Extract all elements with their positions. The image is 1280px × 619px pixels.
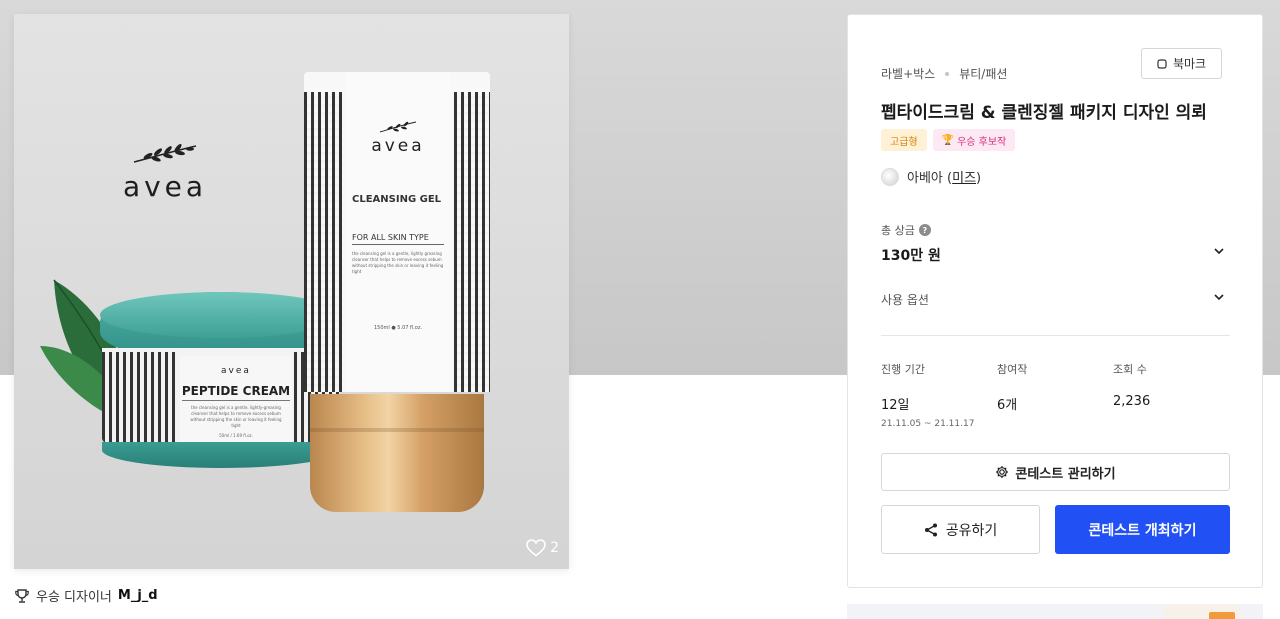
host-contest-label: 콘테스트 개최하기 bbox=[1088, 522, 1197, 539]
prize-label: 총 상금 bbox=[881, 224, 915, 237]
breadcrumb: 라벨+박스 뷰티/패션 bbox=[881, 65, 1007, 82]
stat-entries-label: 참여작 bbox=[997, 363, 1028, 376]
stat-duration-range: 21.11.05 ~ 21.11.17 bbox=[881, 419, 975, 429]
tube-volume: 150ml ● 5.07 fl.oz. bbox=[373, 325, 423, 331]
contest-info-panel: 라벨+박스 뷰티/패션 북마크 펩타이드크림 & 클렌징젤 패키지 디자인 의뢰… bbox=[847, 14, 1263, 588]
stat-views-label: 조회 수 bbox=[1113, 363, 1147, 376]
gear-icon bbox=[996, 466, 1009, 478]
promo-illustration bbox=[1163, 604, 1241, 619]
trophy-small-icon: 🏆 bbox=[941, 134, 955, 146]
premium-badge: 고급형 bbox=[881, 129, 927, 151]
tube-pattern-left bbox=[304, 92, 342, 392]
like-button[interactable]: 2 bbox=[526, 539, 559, 557]
jar-pattern-left bbox=[102, 352, 178, 452]
stat-duration: 진행 기간 12일 21.11.05 ~ 21.11.17 bbox=[881, 361, 997, 429]
jar-label: avea PEPTIDE CREAM the cleansing gel is … bbox=[180, 356, 292, 452]
prize-value: 130만 원 bbox=[881, 248, 941, 264]
tube-skin-type: FOR ALL SKIN TYPE bbox=[352, 233, 444, 245]
brand-logo-text: avea bbox=[122, 170, 208, 203]
breadcrumb-separator bbox=[945, 71, 950, 76]
contest-title: 펩타이드크림 & 클렌징젤 패키지 디자인 의뢰 bbox=[881, 103, 1207, 123]
host-company: 아베아 bbox=[907, 171, 943, 186]
divider bbox=[881, 335, 1230, 336]
share-icon bbox=[924, 523, 937, 536]
manage-contest-button[interactable]: 콘테스트 관리하기 bbox=[881, 453, 1230, 491]
olive-branch-icon bbox=[133, 143, 197, 163]
winner-designer: 우승 디자이너 M_j_d bbox=[14, 586, 158, 605]
bookmark-icon bbox=[1157, 58, 1167, 69]
category-label[interactable]: 라벨+박스 bbox=[881, 65, 935, 82]
stat-views-value: 2,236 bbox=[1113, 394, 1151, 409]
help-icon[interactable]: ? bbox=[918, 224, 931, 236]
product-image[interactable]: avea avea PEPTIDE CREAM the cleansing ge… bbox=[14, 14, 569, 569]
tube-body: avea CLEANSING GEL FOR ALL SKIN TYPE the… bbox=[304, 72, 490, 392]
tube-fine-print: the cleansing gel is a gentle, lightly g… bbox=[352, 251, 444, 274]
jar-fine-print: the cleansing gel is a gentle, lightly-g… bbox=[190, 405, 282, 428]
stat-duration-label: 진행 기간 bbox=[881, 363, 925, 376]
stat-views: 조회 수 2,236 bbox=[1113, 361, 1229, 429]
promo-tag bbox=[1209, 612, 1235, 619]
prize-label-row: 총 상금 ? bbox=[881, 222, 931, 238]
cleansing-gel-tube: avea CLEANSING GEL FOR ALL SKIN TYPE the… bbox=[304, 72, 490, 512]
olive-branch-small-icon bbox=[379, 121, 417, 133]
winner-designer-name[interactable]: M_j_d bbox=[118, 588, 158, 603]
premium-badge-label: 고급형 bbox=[890, 136, 918, 148]
share-button[interactable]: 공유하기 bbox=[881, 505, 1040, 554]
tube-cap-ring bbox=[310, 428, 484, 432]
host-name-link[interactable]: 미즈 bbox=[952, 171, 976, 186]
share-label: 공유하기 bbox=[945, 522, 998, 539]
tube-brand: avea bbox=[371, 136, 425, 156]
jar-brand: avea bbox=[221, 366, 251, 376]
winner-candidate-label: 우승 후보작 bbox=[957, 136, 1007, 148]
host-contest-button[interactable]: 콘테스트 개최하기 bbox=[1055, 505, 1230, 554]
chevron-down-icon[interactable] bbox=[1212, 244, 1226, 258]
winner-designer-prefix: 우승 디자이너 bbox=[36, 590, 112, 605]
tube-label: avea CLEANSING GEL FOR ALL SKIN TYPE the… bbox=[346, 72, 450, 392]
options-label: 사용 옵션 bbox=[881, 293, 929, 307]
host-info: 아베아 (미즈) bbox=[881, 167, 981, 186]
manage-contest-label: 콘테스트 관리하기 bbox=[1015, 466, 1116, 482]
stat-entries: 참여작 6개 bbox=[997, 361, 1113, 429]
tube-product-name: CLEANSING GEL bbox=[352, 194, 442, 205]
contest-stats: 진행 기간 12일 21.11.05 ~ 21.11.17 참여작 6개 조회 … bbox=[881, 361, 1230, 429]
winner-candidate-badge: 🏆 우승 후보작 bbox=[932, 129, 1016, 151]
jar-volume: 50ml / 1.69 fl.oz. bbox=[219, 433, 253, 438]
tube-cap bbox=[310, 394, 484, 512]
heart-icon bbox=[526, 539, 546, 557]
stat-duration-value: 12일 bbox=[881, 398, 910, 413]
like-count: 2 bbox=[550, 540, 559, 556]
jar-product-name: PEPTIDE CREAM bbox=[181, 384, 291, 401]
bookmark-label: 북마크 bbox=[1172, 57, 1207, 71]
bookmark-button[interactable]: 북마크 bbox=[1141, 48, 1222, 79]
tube-pattern-right bbox=[454, 92, 490, 392]
badge-list: 고급형 🏆 우승 후보작 bbox=[881, 129, 1016, 151]
stat-entries-value: 6개 bbox=[997, 398, 1018, 413]
chevron-down-icon[interactable] bbox=[1212, 290, 1226, 304]
avatar bbox=[881, 167, 899, 186]
trophy-icon bbox=[15, 588, 29, 603]
brand-logo: avea bbox=[110, 142, 220, 212]
subcategory-label[interactable]: 뷰티/패션 bbox=[959, 65, 1007, 82]
promo-banner[interactable] bbox=[847, 604, 1263, 619]
